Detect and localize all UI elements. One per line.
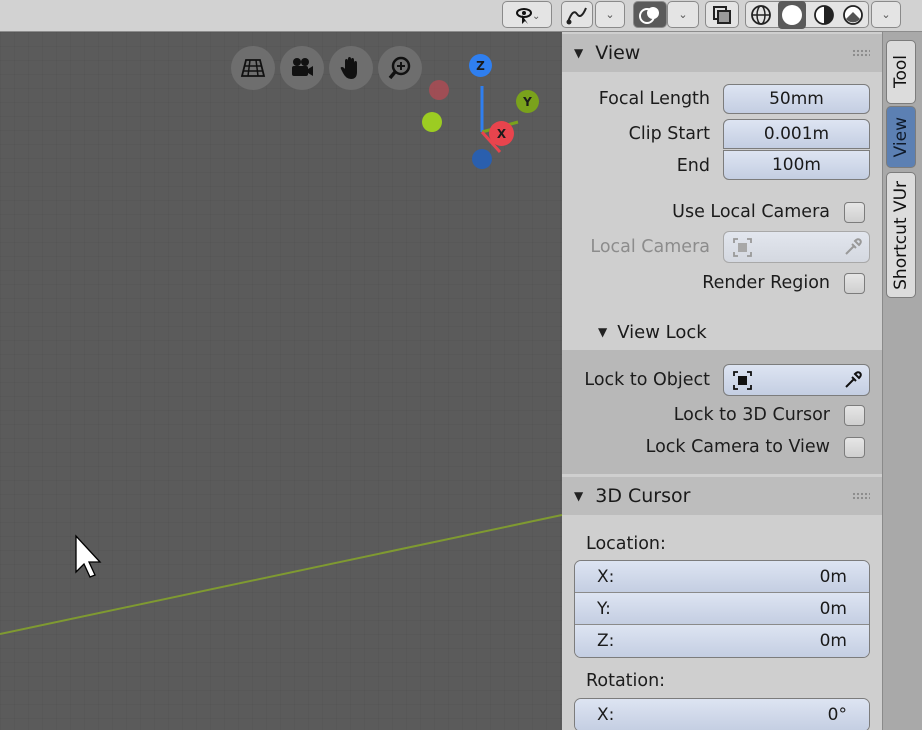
drag-grip-icon[interactable]: [852, 49, 870, 57]
location-x-value: 0m: [819, 566, 847, 587]
gizmo-toggle-button[interactable]: [561, 1, 593, 28]
location-label: Location:: [586, 534, 666, 554]
tab-tool-label: Tool: [891, 55, 911, 89]
tab-shortcut-vur-label: Shortcut VUr: [891, 180, 911, 290]
eyedropper-icon[interactable]: [843, 237, 863, 257]
gizmo-x-axis[interactable]: X: [489, 121, 514, 146]
lock-camera-to-view-checkbox[interactable]: [844, 437, 865, 458]
local-camera-label: Local Camera: [590, 237, 710, 257]
clip-end-label: End: [676, 156, 710, 176]
lock-to-3d-cursor-label: Lock to 3D Cursor: [673, 405, 830, 425]
tab-view-label: View: [891, 116, 911, 158]
chevron-down-icon: ⌄: [605, 8, 615, 21]
collapse-triangle-icon: ▼: [574, 46, 584, 60]
object-icon: [733, 238, 752, 257]
grid-view-icon: [240, 59, 266, 77]
tab-tool[interactable]: Tool: [886, 40, 916, 104]
clip-start-field[interactable]: 0.001m: [723, 119, 870, 149]
wireframe-shading-icon[interactable]: [749, 3, 773, 27]
lock-to-object-field[interactable]: [723, 364, 870, 396]
pan-hand-icon: [340, 57, 357, 79]
view-panel-header[interactable]: ▼ View: [562, 34, 882, 72]
3d-cursor-panel-title: 3D Cursor: [595, 485, 691, 507]
chevron-down-icon: ⌄: [678, 8, 688, 21]
view-lock-panel: Lock to Object Lock to 3D Cursor Lock Ca…: [562, 350, 882, 474]
view-panel-title: View: [595, 42, 641, 64]
select-mode-button[interactable]: ⌄: [502, 1, 552, 28]
clip-start-label: Clip Start: [628, 124, 710, 144]
tab-view[interactable]: View: [886, 106, 916, 168]
location-vector: X: 0m Y: 0m Z: 0m: [574, 560, 870, 658]
render-region-label: Render Region: [702, 273, 830, 293]
mouse-cursor-icon: [75, 534, 102, 578]
overlay-icon: [639, 6, 659, 24]
rotation-x-value: 0°: [827, 705, 847, 725]
use-local-camera-label: Use Local Camera: [672, 202, 830, 222]
collapse-triangle-icon: ▼: [598, 325, 608, 339]
view-lock-title: View Lock: [617, 321, 707, 343]
overlay-toggle-button[interactable]: [633, 1, 667, 28]
pan-view-button[interactable]: [329, 46, 373, 90]
rotation-label: Rotation:: [586, 671, 666, 691]
render-region-checkbox[interactable]: [844, 273, 865, 294]
local-camera-field[interactable]: [723, 231, 870, 263]
3d-cursor-panel-header[interactable]: ▼ 3D Cursor: [562, 477, 882, 515]
gizmo-y-label: Y: [523, 94, 532, 109]
location-z-field[interactable]: Z: 0m: [575, 625, 869, 657]
shading-mode-group: [745, 0, 869, 29]
lock-to-object-label: Lock to Object: [584, 370, 710, 390]
location-y-axis: Y:: [597, 598, 611, 619]
gizmo-neg-z-dot[interactable]: [472, 149, 492, 169]
svg-text:⌄: ⌄: [532, 11, 540, 22]
object-icon: [733, 371, 752, 390]
rendered-shading-icon[interactable]: [841, 3, 865, 27]
sidebar: ▼ View Focal Length 50mm Clip Start 0.00…: [562, 32, 882, 730]
focal-length-field[interactable]: 50mm: [723, 84, 870, 114]
gizmo-z-label: Z: [476, 58, 485, 73]
view-lock-header[interactable]: ▼ View Lock: [562, 314, 882, 350]
location-y-field[interactable]: Y: 0m: [575, 593, 869, 625]
collapse-triangle-icon: ▼: [574, 489, 584, 503]
material-shading-icon[interactable]: [812, 3, 836, 27]
chevron-down-icon: ⌄: [881, 8, 891, 21]
eyedropper-icon[interactable]: [843, 370, 863, 390]
rotation-x-field[interactable]: X: 0°: [575, 699, 869, 730]
location-z-value: 0m: [819, 631, 847, 651]
lock-camera-to-view-label: Lock Camera to View: [645, 437, 830, 457]
rotation-vector: X: 0°: [574, 698, 870, 730]
overlay-dropdown-button[interactable]: ⌄: [667, 1, 699, 28]
camera-view-icon: [292, 58, 313, 76]
xray-toggle-icon: [713, 5, 731, 24]
rotation-x-axis: X:: [597, 705, 615, 725]
gizmo-neg-x-dot[interactable]: [429, 80, 449, 100]
toggle-perspective-button[interactable]: [231, 46, 275, 90]
location-y-value: 0m: [819, 598, 847, 619]
sidebar-tab-strip: Tool View Shortcut VUr: [882, 32, 922, 730]
zoom-icon: [388, 56, 411, 80]
gizmo-x-label: X: [496, 126, 507, 141]
gizmo-dropdown-button[interactable]: ⌄: [595, 1, 625, 28]
gizmo-z-axis[interactable]: Z: [469, 54, 492, 77]
clip-end-field[interactable]: 100m: [723, 150, 870, 180]
select-cursor-icon: ⌄: [516, 7, 540, 24]
zoom-view-button[interactable]: [378, 46, 422, 90]
location-z-axis: Z:: [597, 631, 615, 651]
viewport-header: ⌄ ⌄ ⌄ ⌄: [0, 0, 922, 32]
3d-viewport[interactable]: Z Y X: [0, 32, 562, 730]
gizmo-y-axis[interactable]: Y: [516, 90, 539, 113]
focal-length-label: Focal Length: [598, 89, 710, 109]
solid-shading-icon[interactable]: [778, 0, 807, 29]
camera-view-button[interactable]: [280, 46, 324, 90]
location-x-axis: X:: [597, 566, 615, 587]
use-local-camera-checkbox[interactable]: [844, 202, 865, 223]
lock-to-3d-cursor-checkbox[interactable]: [844, 405, 865, 426]
xray-toggle-button[interactable]: [705, 1, 739, 28]
drag-grip-icon[interactable]: [852, 492, 870, 500]
shading-dropdown-button[interactable]: ⌄: [871, 1, 901, 28]
gizmo-icon: [566, 7, 587, 24]
tab-shortcut-vur[interactable]: Shortcut VUr: [886, 172, 916, 298]
location-x-field[interactable]: X: 0m: [575, 561, 869, 593]
gizmo-neg-y-dot[interactable]: [422, 112, 442, 132]
